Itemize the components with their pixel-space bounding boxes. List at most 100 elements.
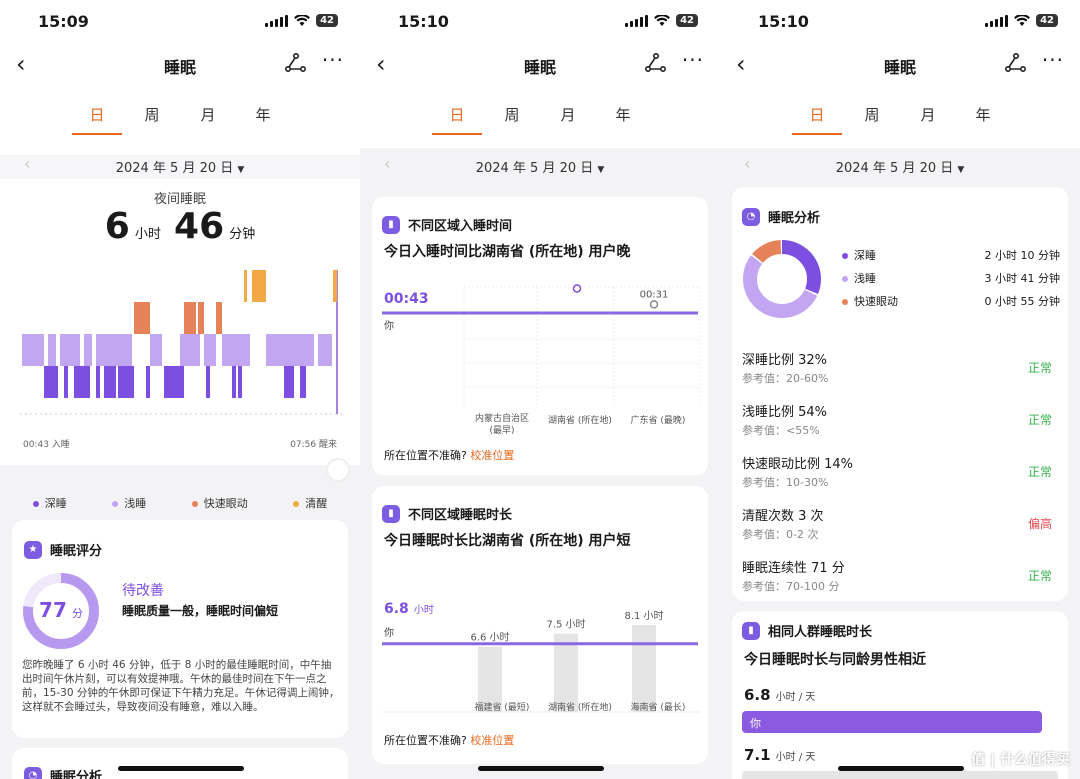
tab-month[interactable]: 月 xyxy=(543,104,593,125)
panel-region-compare: 15:10 42 ‹ 睡眠 ··· 日 周 月 年 ‹ 2024 年 5 月 2… xyxy=(360,0,720,779)
legend-item-rem: 快速眼动 xyxy=(191,495,248,511)
stage-block-rem xyxy=(198,302,204,334)
tab-month[interactable]: 月 xyxy=(903,104,953,125)
star-icon: ★ xyxy=(24,540,42,559)
metric-row: 快速眼动比例 14% 参考值：10-30% 正常 xyxy=(742,457,1052,489)
peer-bar xyxy=(742,771,1058,779)
bedtime-point xyxy=(649,300,659,309)
you-value: 6.8 小时 xyxy=(384,601,434,617)
stage-block-light xyxy=(266,334,314,366)
sleep-stage-chart xyxy=(20,270,342,415)
stage-block-deep xyxy=(74,366,90,398)
metric-status: 正常 xyxy=(1027,413,1052,427)
more-icon[interactable]: ··· xyxy=(322,48,344,72)
nav-bar: ‹ 睡眠 ··· xyxy=(0,48,360,80)
signal-icon xyxy=(265,14,289,27)
nav-bar: ‹ 睡眠 ··· xyxy=(360,48,720,80)
card-title: 不同区域睡眠时长 xyxy=(408,508,513,523)
pie-chart-icon: ◔ xyxy=(24,766,42,779)
tab-day[interactable]: 日 xyxy=(792,104,842,135)
scroll-handle[interactable] xyxy=(328,460,348,480)
tab-year[interactable]: 年 xyxy=(958,104,1008,125)
panel-sleep-overview: 15:09 42 ‹ 睡眠 ··· 日 周 月 年 ‹ 2024 年 5 月 2… xyxy=(0,0,360,779)
x-label-1: 湖南省 (所在地) xyxy=(548,416,612,426)
more-icon[interactable]: ··· xyxy=(1042,48,1064,72)
donut-legend: 深睡 2 小时 10 分钟 浅睡 3 小时 41 分钟 快速眼动 0 小时 55… xyxy=(842,247,1060,316)
metric-status: 偏高 xyxy=(1027,517,1052,531)
duration-region-card[interactable]: ▮ 不同区域睡眠时长 今日睡眠时长比湖南省 (所在地) 用户短 6.6 小时 7.… xyxy=(372,486,708,764)
status-time: 15:10 xyxy=(758,12,809,31)
card-title: 睡眠分析 xyxy=(50,770,103,779)
score-value: 77 xyxy=(39,598,67,622)
status-icons: 42 xyxy=(625,14,698,27)
battery-icon: 42 xyxy=(316,14,338,27)
date-selector[interactable]: ‹ 2024 年 5 月 20 日 ▼ xyxy=(0,154,360,179)
sleep-analysis-card[interactable]: ◔ 睡眠分析 深睡 2 小时 10 分钟 浅睡 3 小时 41 分钟 快速眼动 … xyxy=(732,187,1068,601)
home-indicator[interactable] xyxy=(838,766,964,771)
you-label: 你 xyxy=(384,628,394,639)
x-label-0: 内蒙古自治区 (最早) xyxy=(474,414,529,436)
tab-day[interactable]: 日 xyxy=(72,104,122,135)
home-indicator[interactable] xyxy=(118,766,244,771)
tab-week[interactable]: 周 xyxy=(847,104,897,125)
stage-block-deep xyxy=(104,366,116,398)
night-sleep-label: 夜间睡眠 xyxy=(153,192,206,207)
share-icon[interactable] xyxy=(284,52,306,74)
metric-status: 正常 xyxy=(1027,465,1052,479)
more-icon[interactable]: ··· xyxy=(682,48,704,72)
home-indicator[interactable] xyxy=(478,766,604,771)
duration-bar-label: 6.6 小时 xyxy=(470,632,509,644)
tab-year[interactable]: 年 xyxy=(238,104,288,125)
duration-minutes: 46 xyxy=(174,206,225,247)
share-icon[interactable] xyxy=(644,52,666,74)
stage-block-deep xyxy=(64,366,68,398)
stage-block-rem xyxy=(184,302,196,334)
stage-block-deep xyxy=(300,366,306,398)
tab-week[interactable]: 周 xyxy=(487,104,537,125)
stage-block-light xyxy=(150,334,162,366)
stage-block-deep xyxy=(232,366,236,398)
share-icon[interactable] xyxy=(1004,52,1026,74)
x-label-0: 福建省 (最短) xyxy=(474,703,530,713)
you-label: 你 xyxy=(384,321,394,332)
battery-icon: 42 xyxy=(676,14,698,27)
metrics-list: 深睡比例 32% 参考值：20-60% 正常 浅睡比例 54% 参考值：<55%… xyxy=(742,349,1060,609)
tab-week[interactable]: 周 xyxy=(127,104,177,125)
tab-year[interactable]: 年 xyxy=(598,104,648,125)
stage-legend: 深睡 浅睡 快速眼动 清醒 xyxy=(0,495,360,511)
wifi-icon xyxy=(294,14,311,26)
card-title: 相同人群睡眠时长 xyxy=(768,625,873,640)
page-title: 睡眠 xyxy=(523,58,556,77)
stage-block-rem xyxy=(216,302,222,334)
bedtime-point-label: 00:31 xyxy=(640,289,669,300)
bar-chart-icon: ▮ xyxy=(742,621,760,640)
stage-block-deep xyxy=(44,366,58,398)
metric-row: 清醒次数 3 次 参考值：0-2 次 偏高 xyxy=(742,509,1052,541)
you-value: 6.8 小时 / 天 xyxy=(744,686,816,704)
sleep-score-card[interactable]: ★ 睡眠评分 77 分 待改善 睡眠质量一般，睡眠时间偏短 您昨晚睡了 6 小时… xyxy=(12,520,348,738)
x-label-1: 湖南省 (所在地) xyxy=(548,703,612,713)
card-headline: 今日入睡时间比湖南省 (所在地) 用户晚 xyxy=(384,244,631,260)
sleep-duration: 6 小时 46 分钟 xyxy=(0,206,360,247)
calibrate-location-link[interactable]: 校准位置 xyxy=(470,449,514,462)
date-selector[interactable]: ‹ 2024 年 5 月 20 日 ▼ xyxy=(720,154,1080,179)
bedtime-region-card[interactable]: ▮ 不同区域入睡时间 今日入睡时间比湖南省 (所在地) 用户晚 23:0600:… xyxy=(372,197,708,475)
sleep-analysis-card-peek[interactable]: ◔ 睡眠分析 xyxy=(12,748,348,779)
stage-block-deep xyxy=(206,366,210,398)
status-time: 15:09 xyxy=(38,12,89,31)
calibrate-location-link[interactable]: 校准位置 xyxy=(470,734,514,747)
date-selector[interactable]: ‹ 2024 年 5 月 20 日 ▼ xyxy=(360,154,720,179)
stage-block-light xyxy=(222,334,250,366)
battery-icon: 42 xyxy=(1036,14,1058,27)
tab-day[interactable]: 日 xyxy=(432,104,482,135)
stage-block-deep xyxy=(284,366,294,398)
location-footer: 所在位置不准确? 校准位置 xyxy=(384,734,515,747)
stage-block-deep xyxy=(118,366,134,398)
stage-block-awake xyxy=(252,270,266,302)
tab-month[interactable]: 月 xyxy=(183,104,233,125)
page-title: 睡眠 xyxy=(883,58,916,77)
stage-block-awake xyxy=(333,270,337,302)
duration-bar xyxy=(632,625,656,712)
dropdown-caret-icon: ▼ xyxy=(957,165,965,175)
stage-block-deep xyxy=(96,366,100,398)
